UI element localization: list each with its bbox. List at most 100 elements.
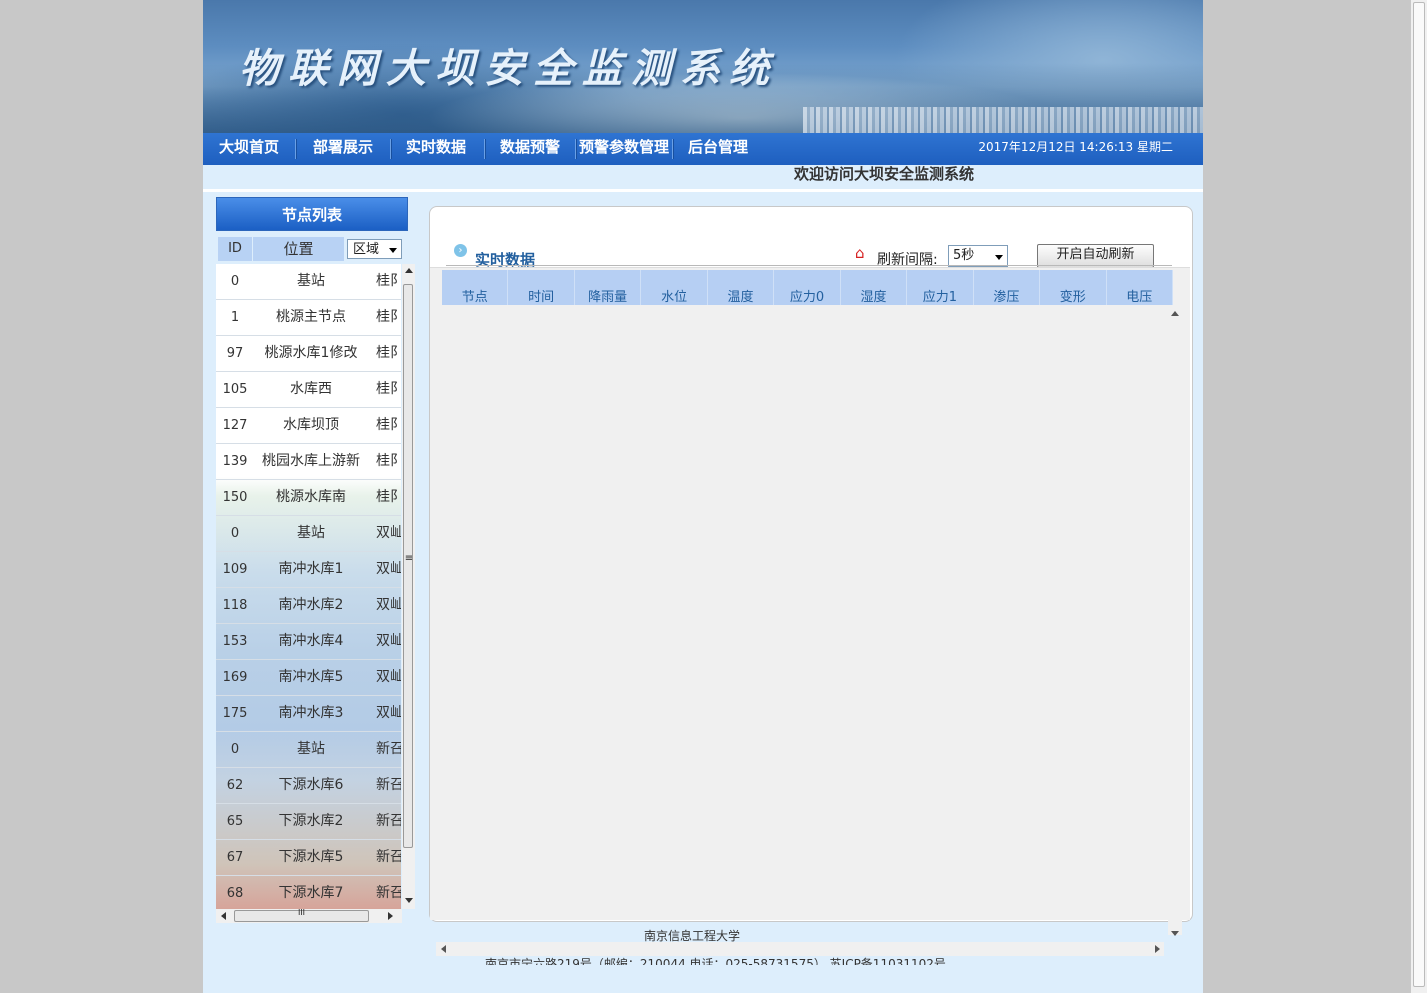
- grid-vscrollbar[interactable]: [1168, 305, 1182, 936]
- node-id: 67: [226, 850, 244, 865]
- grid-body: [442, 305, 1168, 917]
- node-position: 下源水库6: [278, 777, 344, 793]
- grid-column-header[interactable]: 降雨量: [575, 270, 642, 305]
- chevron-down-icon: [389, 248, 397, 253]
- node-id: 118: [222, 598, 248, 613]
- node-area: 桂阝: [376, 273, 401, 289]
- scroll-right-icon[interactable]: [1155, 945, 1160, 953]
- node-row[interactable]: 150 桃源水库南 桂阝: [216, 480, 401, 516]
- nav-admin[interactable]: 后台管理: [687, 133, 749, 165]
- grid-column-header[interactable]: 湿度: [841, 270, 908, 305]
- scroll-down-icon[interactable]: [405, 898, 413, 903]
- node-id: 97: [226, 346, 244, 361]
- nav-warning-params[interactable]: 预警参数管理: [578, 133, 670, 165]
- node-list-hscroll-thumb[interactable]: III: [234, 908, 369, 922]
- grid-header: 节点 时间 降雨量 水位 温度 应力0 湿度 应力1 渗压 变形 电压: [442, 270, 1173, 305]
- grid-column-header[interactable]: 应力0: [774, 270, 841, 305]
- scroll-up-icon[interactable]: [405, 268, 413, 273]
- node-id: 1: [230, 310, 240, 325]
- window-vscrollbar[interactable]: [1411, 0, 1427, 993]
- node-list-panel: 节点列表 ID 位置 区域 0 基站 桂阝 1 桃源主节点 桂阝 97 桃源水库1修改 桂阝 10…: [216, 197, 415, 926]
- area-select-value: 区域: [353, 242, 380, 257]
- node-area: 桂阝: [376, 489, 401, 505]
- node-position: 南冲水库2: [278, 597, 344, 613]
- node-position: 基站: [297, 273, 325, 289]
- node-row[interactable]: 68 下源水库7 新召: [216, 876, 401, 909]
- scroll-left-icon[interactable]: [221, 912, 226, 920]
- node-position: 下源水库7: [278, 885, 344, 901]
- node-row[interactable]: 65 下源水库2 新召: [216, 804, 401, 840]
- node-position: 水库坝顶: [283, 417, 339, 433]
- scroll-left-icon[interactable]: [441, 945, 446, 953]
- node-row[interactable]: 127 水库坝顶 桂阝: [216, 408, 401, 444]
- grid-column-header[interactable]: 时间: [508, 270, 575, 305]
- grip-icon: ≡: [404, 553, 414, 564]
- scroll-up-icon[interactable]: [1171, 311, 1179, 316]
- scroll-down-icon[interactable]: [1171, 931, 1179, 936]
- banner-dam: [803, 107, 1203, 133]
- node-area: 双屾: [376, 669, 401, 685]
- title-divider: [446, 265, 1172, 266]
- grid-column-header[interactable]: 节点: [442, 270, 509, 305]
- node-row[interactable]: 62 下源水库6 新召: [216, 768, 401, 804]
- node-id: 65: [226, 814, 244, 829]
- grid-column-header[interactable]: 电压: [1107, 270, 1173, 305]
- node-list-vscrollbar[interactable]: ≡: [402, 264, 415, 909]
- node-row[interactable]: 175 南冲水库3 双屾: [216, 696, 401, 732]
- nav-divider: [390, 139, 392, 159]
- node-area: 桂阝: [376, 345, 401, 361]
- home-icon[interactable]: ⌂: [855, 244, 865, 262]
- system-title: 物联网大坝安全监测系统: [239, 45, 778, 92]
- node-row[interactable]: 0 基站 桂阝: [216, 264, 401, 300]
- node-list-hscrollbar[interactable]: III: [216, 908, 402, 923]
- grip-icon: III: [297, 908, 306, 917]
- node-position: 南冲水库1: [278, 561, 344, 577]
- node-area: 桂阝: [376, 453, 401, 469]
- node-row[interactable]: 118 南冲水库2 双屾: [216, 588, 401, 624]
- node-list: 0 基站 桂阝 1 桃源主节点 桂阝 97 桃源水库1修改 桂阝 105 水库西 桂阝 127 水库坝顶桂…: [216, 264, 401, 909]
- nav-deployment[interactable]: 部署展示: [312, 133, 374, 165]
- node-id: 0: [230, 742, 240, 757]
- node-position: 桃源水库南: [276, 489, 346, 505]
- node-list-scroll-thumb[interactable]: ≡: [403, 284, 413, 848]
- node-area: 双屾: [376, 705, 401, 721]
- nav-divider: [295, 139, 297, 159]
- nav-data-warning[interactable]: 数据预警: [499, 133, 561, 165]
- nav-dam-home[interactable]: 大坝首页: [219, 133, 279, 165]
- node-id: 169: [222, 670, 248, 685]
- refresh-interval-select[interactable]: 5秒: [948, 245, 1008, 267]
- grid-column-header[interactable]: 应力1: [907, 270, 974, 305]
- grid-column-header[interactable]: 水位: [641, 270, 708, 305]
- node-id: 139: [222, 454, 248, 469]
- realtime-panel: › 实时数据 ⌂ 刷新间隔: 5秒 开启自动刷新 节点 时间 降雨量 水位 温度 应力0 湿…: [429, 206, 1193, 936]
- node-position: 基站: [297, 741, 325, 757]
- node-area: 新召: [376, 777, 401, 793]
- node-area: 双屾: [376, 561, 401, 577]
- grid-column-header[interactable]: 变形: [1040, 270, 1107, 305]
- refresh-interval-value: 5秒: [953, 248, 975, 263]
- node-position: 桃园水库上游新: [262, 453, 360, 469]
- banner: 物联网大坝安全监测系统: [203, 0, 1203, 133]
- node-row[interactable]: 169 南冲水库5 双屾: [216, 660, 401, 696]
- window-scroll-thumb[interactable]: [1413, 2, 1425, 987]
- node-id: 0: [230, 526, 240, 541]
- node-id: 68: [226, 886, 244, 901]
- grid-column-header[interactable]: 温度: [708, 270, 775, 305]
- node-position: 南冲水库3: [278, 705, 344, 721]
- nav-realtime-data[interactable]: 实时数据: [405, 133, 467, 165]
- node-position: 水库西: [290, 381, 332, 397]
- grid-column-header[interactable]: 渗压: [974, 270, 1041, 305]
- node-row[interactable]: 1 桃源主节点 桂阝: [216, 300, 401, 336]
- node-row[interactable]: 67 下源水库5 新召: [216, 840, 401, 876]
- node-row[interactable]: 153 南冲水库4 双屾: [216, 624, 401, 660]
- node-row[interactable]: 139 桃园水库上游新 桂阝: [216, 444, 401, 480]
- node-id: 153: [222, 634, 248, 649]
- node-row[interactable]: 0 基站 新召: [216, 732, 401, 768]
- node-row[interactable]: 0 基站 双屾: [216, 516, 401, 552]
- scroll-right-icon[interactable]: [388, 912, 393, 920]
- node-row[interactable]: 97 桃源水库1修改 桂阝: [216, 336, 401, 372]
- node-row[interactable]: 105 水库西 桂阝: [216, 372, 401, 408]
- area-select[interactable]: 区域: [347, 239, 402, 259]
- node-row[interactable]: 109 南冲水库1 双屾: [216, 552, 401, 588]
- grid-hscrollbar[interactable]: [436, 942, 1164, 956]
